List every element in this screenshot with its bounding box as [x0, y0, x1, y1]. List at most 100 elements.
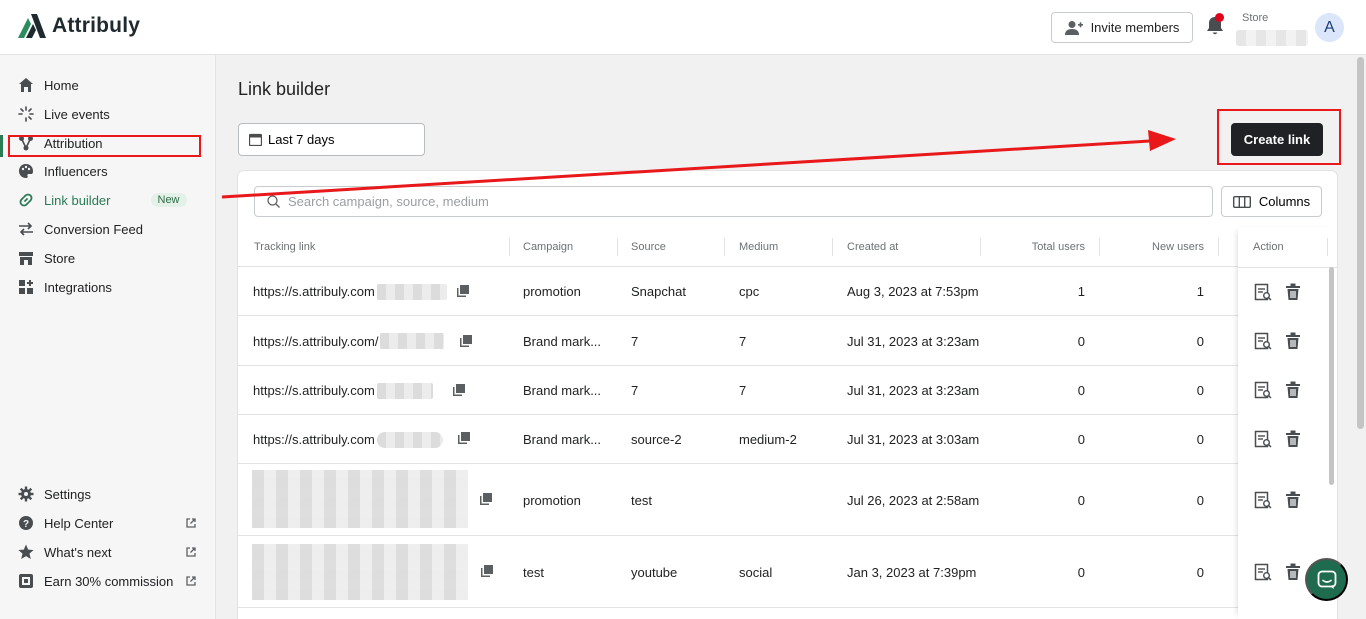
- column-header-new-users[interactable]: New users: [1108, 227, 1204, 267]
- brand-name: Attribuly: [52, 14, 141, 37]
- row-actions: [1254, 491, 1302, 509]
- total-users-cell: 1: [1077, 284, 1085, 299]
- attribuly-logo-icon: [18, 14, 46, 38]
- copy-icon[interactable]: [458, 432, 470, 444]
- table-row[interactable]: https://s.attribuly.com Brand mark... so…: [238, 415, 1337, 464]
- sidebar-item-live-events[interactable]: Live events: [18, 101, 110, 127]
- campaign-cell: promotion: [523, 492, 581, 508]
- table-row[interactable]: https://s.attribuly.com promotion Snapch…: [238, 267, 1337, 316]
- total-users-cell: 0: [1077, 564, 1085, 580]
- view-details-icon[interactable]: [1254, 563, 1272, 581]
- view-details-icon[interactable]: [1254, 283, 1272, 301]
- chat-support-button[interactable]: [1305, 558, 1348, 601]
- new-users-cell: 0: [1196, 333, 1204, 349]
- logo[interactable]: Attribuly: [18, 14, 140, 38]
- table-row[interactable]: promotion test Jul 26, 2023 at 2:58am 0 …: [238, 464, 1337, 536]
- total-users-cell: 0: [1077, 333, 1085, 349]
- columns-button[interactable]: Columns: [1221, 186, 1322, 217]
- external-link-icon: [186, 576, 196, 586]
- store-name-redacted[interactable]: [1236, 30, 1308, 46]
- column-header-created-at[interactable]: Created at: [847, 227, 898, 267]
- calendar-icon: [249, 133, 262, 146]
- table-scrollbar[interactable]: [1329, 267, 1334, 485]
- column-divider: [617, 238, 618, 256]
- sidebar-item-label: Help Center: [44, 515, 114, 531]
- sidebar-item-home[interactable]: Home: [18, 72, 79, 98]
- copy-icon[interactable]: [460, 335, 472, 347]
- source-cell: youtube: [631, 564, 678, 580]
- create-link-button[interactable]: Create link: [1231, 123, 1323, 156]
- external-link-icon: [186, 518, 196, 528]
- view-details-icon[interactable]: [1254, 430, 1272, 448]
- medium-cell: cpc: [739, 284, 760, 299]
- avatar[interactable]: A: [1315, 13, 1344, 42]
- sidebar-item-label: Conversion Feed: [44, 221, 143, 237]
- copy-icon[interactable]: [457, 285, 469, 297]
- sidebar-item-earn-commission[interactable]: Earn 30% commission: [18, 568, 173, 594]
- sidebar-item-store[interactable]: Store: [18, 245, 75, 271]
- column-divider: [509, 238, 510, 256]
- invite-members-button[interactable]: Invite members: [1051, 12, 1193, 43]
- row-actions: [1254, 430, 1302, 448]
- sidebar-item-help-center[interactable]: ? Help Center: [18, 510, 113, 536]
- chat-icon: [1317, 570, 1336, 589]
- column-divider: [1099, 238, 1100, 256]
- column-header-source[interactable]: Source: [631, 227, 666, 267]
- column-header-medium[interactable]: Medium: [739, 227, 778, 267]
- delete-icon[interactable]: [1284, 430, 1302, 448]
- view-details-icon[interactable]: [1254, 491, 1272, 509]
- tracking-link[interactable]: https://s.attribuly.com: [253, 432, 375, 447]
- delete-icon[interactable]: [1284, 563, 1302, 581]
- tracking-link[interactable]: https://s.attribuly.com: [253, 383, 375, 398]
- tracking-link-cell: https://s.attribuly.com: [253, 415, 443, 464]
- redacted-text: [376, 283, 447, 300]
- total-users-cell: 0: [1077, 492, 1085, 508]
- copy-icon[interactable]: [481, 565, 493, 577]
- row-actions: [1254, 332, 1302, 350]
- palette-icon: [19, 164, 33, 178]
- tracking-link[interactable]: https://s.attribuly.com/: [253, 334, 378, 349]
- delete-icon[interactable]: [1284, 283, 1302, 301]
- view-details-icon[interactable]: [1254, 381, 1272, 399]
- delete-icon[interactable]: [1284, 491, 1302, 509]
- column-header-campaign[interactable]: Campaign: [523, 227, 573, 267]
- copy-icon[interactable]: [480, 493, 492, 505]
- column-header-tracking-link[interactable]: Tracking link: [254, 227, 315, 267]
- new-users-cell: 0: [1196, 383, 1204, 398]
- search-box[interactable]: [254, 186, 1213, 217]
- sidebar-item-label: Earn 30% commission: [44, 573, 174, 589]
- campaign-cell: Brand mark...: [523, 383, 602, 398]
- column-header-total-users[interactable]: Total users: [988, 227, 1085, 267]
- tracking-link-cell: https://s.attribuly.com: [253, 267, 447, 316]
- tracking-link-cell: https://s.attribuly.com/: [253, 316, 445, 366]
- top-bar: Attribuly Invite members Store A: [0, 0, 1366, 55]
- sidebar-item-integrations[interactable]: Integrations: [18, 274, 112, 300]
- tracking-link[interactable]: https://s.attribuly.com: [253, 284, 375, 299]
- table-row[interactable]: https://s.attribuly.com/ Brand mark... 7…: [238, 316, 1337, 366]
- sidebar-item-settings[interactable]: Settings: [18, 481, 91, 507]
- redacted-tracking-link: [252, 470, 468, 528]
- sidebar-item-conversion-feed[interactable]: Conversion Feed: [18, 216, 143, 242]
- delete-icon[interactable]: [1284, 332, 1302, 350]
- store-icon: [19, 252, 33, 265]
- table-row[interactable]: test youtube social Jan 3, 2023 at 7:39p…: [238, 536, 1337, 608]
- apps-icon: [19, 280, 33, 294]
- page-scrollbar[interactable]: [1357, 57, 1364, 429]
- view-details-icon[interactable]: [1254, 332, 1272, 350]
- column-divider: [980, 238, 981, 256]
- money-icon: [19, 574, 33, 588]
- table-row[interactable]: https://s.attribuly.com Brand mark... 7 …: [238, 366, 1337, 415]
- row-actions: [1254, 381, 1302, 399]
- sidebar-item-link-builder[interactable]: Link builder New: [18, 187, 187, 213]
- search-input[interactable]: [288, 194, 1188, 209]
- medium-cell: social: [739, 564, 773, 580]
- copy-icon[interactable]: [453, 384, 465, 396]
- source-cell: source-2: [631, 432, 682, 447]
- created-at-cell: Jan 3, 2023 at 7:39pm: [847, 564, 977, 580]
- campaign-cell: test: [523, 564, 544, 580]
- delete-icon[interactable]: [1284, 381, 1302, 399]
- sidebar-item-whats-next[interactable]: What's next: [18, 539, 112, 565]
- date-range-button[interactable]: Last 7 days: [238, 123, 425, 156]
- sidebar-item-influencers[interactable]: Influencers: [18, 158, 108, 184]
- redacted-text: [376, 431, 443, 448]
